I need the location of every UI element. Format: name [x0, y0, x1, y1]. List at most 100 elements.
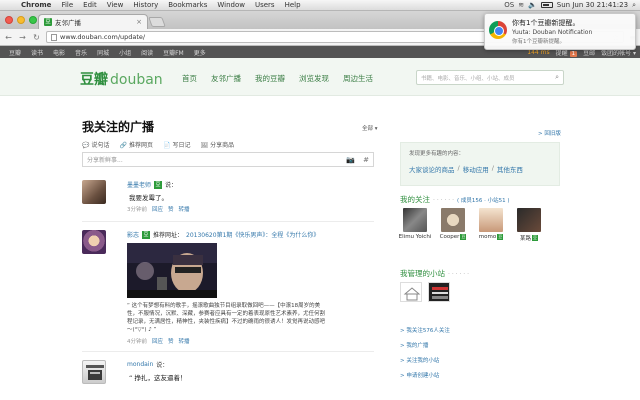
gnav-movie[interactable]: 电影: [48, 48, 70, 57]
reply-button[interactable]: 回应: [152, 205, 163, 213]
os-menubar: Chrome File Edit View History Bookmarks …: [0, 0, 640, 11]
feed-text-content: 挣扎，这友逼着！: [134, 374, 187, 382]
desktop-notification[interactable]: 你有1个豆瓣新提醒。 Yuuta: Douban Notification 你有…: [484, 13, 636, 50]
menu-file[interactable]: File: [56, 1, 78, 9]
feed-user-link[interactable]: 墨墨老师: [127, 180, 151, 189]
follow-item[interactable]: Cooper 豆: [438, 208, 468, 242]
publish-product[interactable]: 🖼 分享商品: [201, 140, 235, 149]
menu-bookmarks[interactable]: Bookmarks: [163, 1, 212, 9]
like-button[interactable]: 赞: [168, 205, 174, 213]
diary-icon: 📄: [163, 142, 171, 149]
publish-link-label: 推荐网页: [128, 142, 153, 149]
old-version-link[interactable]: > 回旧版: [538, 129, 561, 137]
nav-local[interactable]: 周边生活: [343, 73, 373, 84]
image-icon: 🖼: [200, 142, 209, 149]
forward-arrow-icon[interactable]: →: [18, 33, 27, 42]
reply-button[interactable]: 回应: [152, 337, 163, 345]
tab-close-icon[interactable]: ×: [136, 18, 142, 26]
like-button[interactable]: 赞: [168, 337, 174, 345]
status-composer-input[interactable]: 分享新鲜事... 📷 #: [82, 152, 374, 167]
feed-time[interactable]: 3分钟前: [127, 205, 147, 213]
gnav-douban[interactable]: 豆瓣: [4, 48, 26, 57]
douban-logo[interactable]: 豆瓣 douban: [80, 69, 163, 89]
nav-home[interactable]: 首页: [182, 73, 197, 84]
feed-filter-dropdown[interactable]: 全部 ▾: [362, 124, 378, 132]
site-thumbnail[interactable]: [428, 282, 450, 302]
search-icon[interactable]: ⌕: [555, 73, 559, 82]
reshare-button[interactable]: 转播: [179, 337, 190, 345]
notification-body: 你有1个豆瓣新提醒。: [512, 39, 565, 45]
site-logo-image: [432, 287, 448, 299]
new-tab-button[interactable]: [148, 17, 166, 27]
follow-avatar: [441, 208, 465, 232]
gnav-fm[interactable]: 豆瓣FM: [158, 48, 189, 57]
menu-help[interactable]: Help: [280, 1, 306, 9]
menu-users[interactable]: Users: [250, 1, 280, 9]
publish-link[interactable]: 🔗 推荐网页: [120, 140, 154, 149]
shared-link[interactable]: 20130620第1期《快乐男声》：全程《为什么你》: [186, 230, 319, 239]
sites-heading: 我管理的小站 · · · · · ·: [400, 268, 469, 279]
sites-dots: · · · · · ·: [448, 271, 469, 278]
gnav-book[interactable]: 读书: [26, 48, 48, 57]
camera-icon[interactable]: 📷: [346, 156, 355, 164]
menu-history[interactable]: History: [128, 1, 163, 9]
link-icon: 🔗: [119, 142, 127, 149]
zoom-window-button[interactable]: [29, 16, 37, 24]
promo-link-mobile[interactable]: 移动应用: [463, 164, 489, 174]
nav-friends-feed[interactable]: 友邻广播: [211, 73, 241, 84]
gnav-groups[interactable]: 小组: [114, 48, 136, 57]
gnav-more[interactable]: 更多: [189, 48, 211, 57]
reshare-button[interactable]: 转播: [179, 205, 190, 213]
close-window-button[interactable]: [5, 16, 13, 24]
volume-icon[interactable]: 🔈: [528, 1, 537, 9]
spotlight-icon[interactable]: ⌕: [632, 1, 636, 10]
follows-count-link[interactable]: ( 成员156 · 小站51 ): [457, 196, 510, 204]
avatar[interactable]: [82, 180, 106, 204]
gnav-music[interactable]: 音乐: [70, 48, 92, 57]
promo-separator: /: [491, 164, 494, 172]
browser-tab-active[interactable]: 豆 友邻广播 ×: [38, 14, 148, 29]
minimize-window-button[interactable]: [17, 16, 25, 24]
promo-link-products[interactable]: 大家谈论的商品: [409, 164, 455, 174]
reload-icon[interactable]: ↻: [32, 33, 41, 42]
menu-app-name[interactable]: Chrome: [16, 1, 56, 9]
publish-diary[interactable]: 📄 写日记: [163, 140, 191, 149]
avatar[interactable]: [82, 230, 106, 254]
publish-say[interactable]: 💬 说句话: [82, 140, 110, 149]
menu-window[interactable]: Window: [212, 1, 250, 9]
hashtag-icon[interactable]: #: [363, 156, 369, 164]
menu-view[interactable]: View: [102, 1, 129, 9]
video-thumbnail[interactable]: [127, 243, 217, 298]
follows-dots: · · · · · ·: [433, 197, 454, 204]
feed-user-link[interactable]: mondain: [127, 361, 153, 368]
notification-title: 你有1个豆瓣新提醒。: [512, 19, 580, 27]
sidebar-link-followed-sites[interactable]: > 关注我的小站: [400, 356, 450, 364]
follow-avatar: [403, 208, 427, 232]
search-placeholder: 书籍、电影、音乐、小组、小站、成员: [421, 75, 515, 82]
sidebar-link-create-site[interactable]: > 申请创建小站: [400, 371, 450, 379]
back-arrow-icon[interactable]: ←: [4, 33, 13, 42]
battery-icon[interactable]: [540, 2, 553, 8]
notification-source: Yuuta: Douban Notification: [512, 29, 593, 36]
follow-item[interactable]: 某路豆: [514, 208, 544, 242]
wifi-icon[interactable]: ≋: [518, 1, 524, 9]
menu-edit[interactable]: Edit: [78, 1, 102, 9]
promo-link-other[interactable]: 其他东西: [497, 164, 523, 174]
site-thumbnail[interactable]: [400, 282, 422, 302]
tray-os-label[interactable]: OS: [504, 1, 514, 9]
sidebar-link-followers[interactable]: > 我关注576人关注: [400, 326, 450, 334]
sidebar-link-my-feed[interactable]: > 我的广播: [400, 341, 450, 349]
user-badge-icon: 豆: [142, 230, 151, 239]
feed-user-link[interactable]: 影志: [127, 230, 139, 239]
nav-my-douban[interactable]: 我的豆瓣: [255, 73, 285, 84]
nav-explore[interactable]: 浏览发现: [299, 73, 329, 84]
gnav-read[interactable]: 阅读: [136, 48, 158, 57]
gnav-events[interactable]: 同城: [92, 48, 114, 57]
feed-time[interactable]: 4分钟前: [127, 337, 147, 345]
feed-quote-text: 这个有梦想有料的歌手，摇滚歌曲独节目组录取做回吧——【中滚18周岁的美性，不服情…: [127, 303, 326, 333]
follow-item[interactable]: Elimu Yoichi: [399, 208, 431, 242]
search-input[interactable]: 书籍、电影、音乐、小组、小站、成员 ⌕: [416, 70, 564, 85]
follow-item[interactable]: momo 豆: [476, 208, 506, 242]
avatar[interactable]: [82, 360, 106, 384]
menubar-clock[interactable]: Sun Jun 30 21:41:23: [557, 1, 628, 9]
